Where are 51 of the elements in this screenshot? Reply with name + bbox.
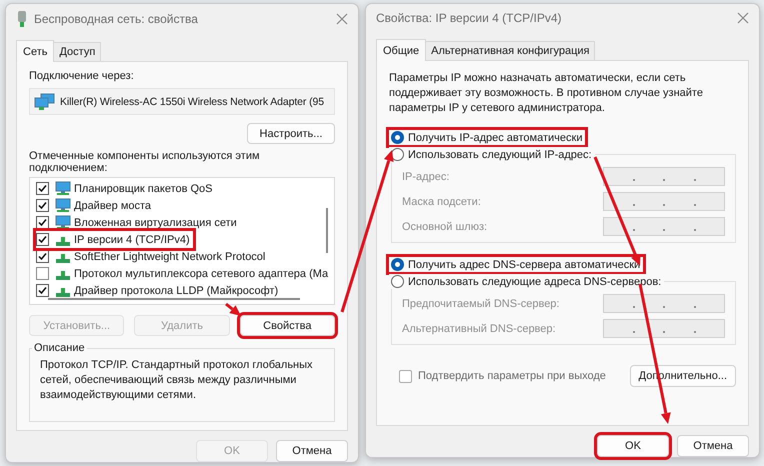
checkbox[interactable] [36, 250, 49, 264]
field-label: Предпочитаемый DNS-сервер: [402, 298, 560, 310]
monitor-icon [55, 215, 71, 230]
checkbox[interactable] [36, 284, 49, 298]
close-icon[interactable] [737, 12, 749, 24]
configure-button[interactable]: Настроить... [247, 123, 335, 144]
window-title: Свойства: IP версии 4 (TCP/IPv4) [376, 11, 562, 25]
tab[interactable]: Альтернативная конфигурация [425, 41, 596, 60]
radio-option[interactable]: Использовать следующие адреса DNS-серверов: [389, 274, 664, 289]
description-group: Описание Протокол TCP/IP. Стандартный протокол глобальных сетей, обеспечивающий связь между различными взаимодействующими сетями. [29, 342, 335, 422]
field-label: Маска подсети: [402, 196, 481, 208]
dialog-button[interactable]: OK [597, 435, 669, 457]
network-adapter-icon [34, 92, 56, 111]
tab[interactable]: Общие [376, 39, 426, 61]
tab[interactable]: Доступ [53, 42, 102, 61]
intro-text: Параметры IP можно назначать автоматически, если сеть поддерживает эту возможность. В противном случае узнайте параметры IP у сетевого администратора. [389, 71, 704, 116]
component-item[interactable]: SoftEther Lightweight Network Protocol [36, 248, 268, 266]
component-item[interactable]: IP версии 4 (TCP/IPv4) [36, 231, 193, 248]
section-label: Подключение через: [29, 70, 135, 82]
window-title: Беспроводная сеть: свойства [34, 12, 199, 26]
dialog-button[interactable]: Свойства [240, 315, 335, 336]
checkbox[interactable] [36, 216, 49, 230]
radio-option[interactable]: Получить адрес DNS-сервера автоматически [389, 257, 644, 272]
component-item[interactable]: Вложенная виртуализация сети [36, 214, 240, 232]
field-label: Альтернативный DNS-сервер: [402, 322, 556, 334]
radio-option[interactable]: Использовать следующий IP-адрес: [389, 147, 595, 162]
component-item[interactable]: Драйвер моста [36, 197, 154, 214]
close-icon[interactable] [336, 12, 348, 24]
description-text: Протокол TCP/IP. Стандартный протокол глобальных сетей, обеспечивающий связь между различными взаимодействующими сетями. [40, 358, 314, 403]
component-item[interactable]: Протокол мультиплексора сетевого адаптера (Ма [36, 265, 332, 282]
component-item[interactable]: Драйвер протокола LLDP (Майкрософт) [36, 282, 282, 300]
network-card-icon [16, 10, 28, 28]
adapter-field: Killer(R) Wireless-AC 1550i Wireless Network Adapter (95 [29, 88, 335, 116]
tab[interactable]: Сеть [16, 40, 54, 62]
dialog-button[interactable]: Отмена [276, 440, 348, 462]
radio-option[interactable]: Получить IP-адрес автоматически [389, 130, 586, 145]
section-label: Отмеченные компоненты используются этим подключением: [29, 150, 261, 174]
annotation-arrow [225, 302, 241, 316]
component-item[interactable]: Планировщик пакетов QoS [36, 180, 216, 198]
scrollbar[interactable] [326, 208, 328, 254]
monitor-icon [55, 198, 71, 214]
scrollbar[interactable] [48, 298, 300, 300]
field-label: Основной шлюз: [402, 220, 488, 232]
validate-checkbox[interactable]: Подтвердить параметры при выходе [399, 370, 606, 382]
checkbox[interactable] [36, 182, 49, 196]
checkbox[interactable] [36, 199, 49, 212]
monitor-icon [55, 181, 71, 196]
checkbox[interactable] [36, 267, 49, 280]
field-label: IP-адрес: [402, 170, 450, 182]
checkbox[interactable] [36, 233, 49, 246]
dialog-button[interactable]: Отмена [677, 435, 749, 457]
